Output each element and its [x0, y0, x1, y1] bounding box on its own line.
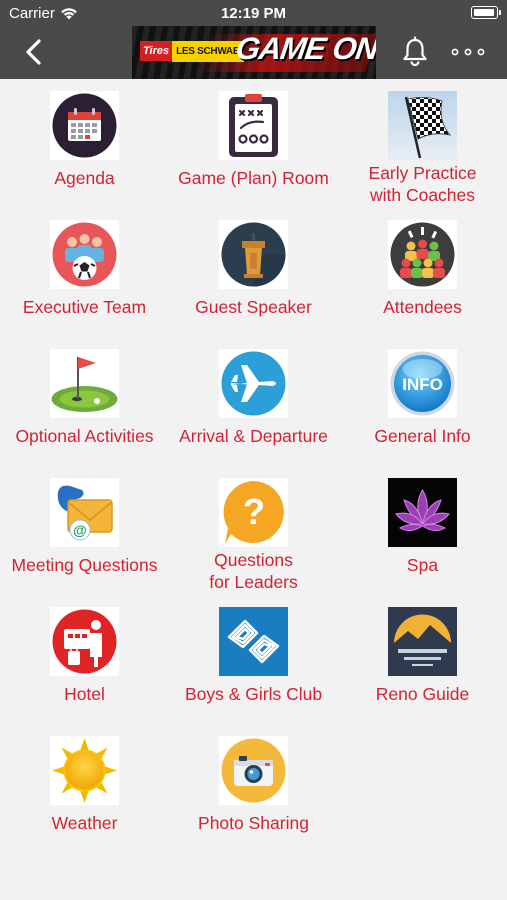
golf-icon — [50, 349, 119, 418]
status-bar: Carrier 12:19 PM — [0, 0, 507, 26]
camera-icon — [219, 736, 288, 805]
tile-general-info[interactable]: INFO General Info — [338, 337, 507, 466]
podium-icon — [219, 220, 288, 289]
battery-icon — [471, 6, 501, 19]
les-schwab-logo: Tires LES SCHWAB — [140, 40, 244, 62]
tile-label: Optional Activities — [15, 426, 154, 446]
tile-meeting-questions[interactable]: @ Meeting Questions — [0, 466, 169, 595]
phone-email-icon: @ — [50, 478, 119, 547]
tile-questions-for-leaders[interactable]: ? Questions for Leaders — [169, 466, 338, 595]
svg-text:@: @ — [73, 522, 87, 538]
people-group-icon — [388, 220, 457, 289]
bell-icon[interactable] — [399, 36, 431, 68]
nav-row: Tires LES SCHWAB GAME ON — [0, 26, 507, 79]
lotus-icon — [388, 478, 457, 547]
tile-boys-girls-club[interactable]: Boys & Girls Club — [169, 595, 338, 724]
hotel-icon — [50, 607, 119, 676]
tile-photo-sharing[interactable]: Photo Sharing — [169, 724, 338, 853]
tile-label: Attendees — [383, 297, 462, 317]
tile-label: Arrival & Departure — [179, 426, 328, 446]
top-bar: Carrier 12:19 PM Tires LES SCHWAB GAME O… — [0, 0, 507, 79]
tile-optional-activities[interactable]: Optional Activities — [0, 337, 169, 466]
svg-text:INFO: INFO — [402, 375, 443, 394]
tile-hotel[interactable]: Hotel — [0, 595, 169, 724]
mountain-icon — [388, 607, 457, 676]
tile-attendees[interactable]: Attendees — [338, 208, 507, 337]
more-dots-icon[interactable] — [448, 38, 488, 66]
tile-executive-team[interactable]: Executive Team — [0, 208, 169, 337]
banner-title: GAME ON — [233, 31, 376, 66]
tile-label: Meeting Questions — [11, 555, 158, 575]
checkered-flag-icon — [388, 91, 457, 160]
tile-label: General Info — [374, 426, 471, 446]
tile-agenda[interactable]: Agenda — [0, 79, 169, 208]
tile-label: Early Practice with Coaches — [368, 163, 477, 205]
tile-reno-guide[interactable]: Reno Guide — [338, 595, 507, 724]
calendar-icon — [50, 91, 119, 160]
tile-arrival-departure[interactable]: Arrival & Departure — [169, 337, 338, 466]
tile-weather[interactable]: Weather — [0, 724, 169, 853]
tile-label: Agenda — [54, 168, 115, 188]
tile-label: Executive Team — [22, 297, 147, 317]
tile-spa[interactable]: Spa — [338, 466, 507, 595]
chevron-left-icon[interactable] — [20, 36, 50, 68]
status-time: 12:19 PM — [220, 5, 287, 22]
tile-label: Boys & Girls Club — [184, 684, 323, 704]
tile-label: Questions for Leaders — [209, 550, 298, 592]
tile-early-practice[interactable]: Early Practice with Coaches — [338, 79, 507, 208]
sun-icon — [50, 736, 119, 805]
tile-label: Guest Speaker — [195, 297, 312, 317]
tile-game-plan-room[interactable]: Game (Plan) Room — [169, 79, 338, 208]
team-soccer-icon — [50, 220, 119, 289]
playbook-icon — [219, 91, 288, 160]
tile-guest-speaker[interactable]: Guest Speaker — [169, 208, 338, 337]
tile-label: Spa — [406, 555, 439, 575]
tile-label: Photo Sharing — [198, 813, 309, 833]
boys-girls-club-icon — [219, 607, 288, 676]
airplane-icon — [219, 349, 288, 418]
tile-label: Hotel — [64, 684, 105, 704]
game-on-banner: Tires LES SCHWAB GAME ON — [132, 26, 376, 79]
tile-label: Reno Guide — [375, 684, 470, 704]
tile-label: Game (Plan) Room — [178, 168, 329, 188]
svg-text:?: ? — [243, 491, 265, 532]
tile-label: Weather — [51, 813, 118, 833]
info-icon: INFO — [388, 349, 457, 418]
question-icon: ? — [219, 478, 288, 547]
